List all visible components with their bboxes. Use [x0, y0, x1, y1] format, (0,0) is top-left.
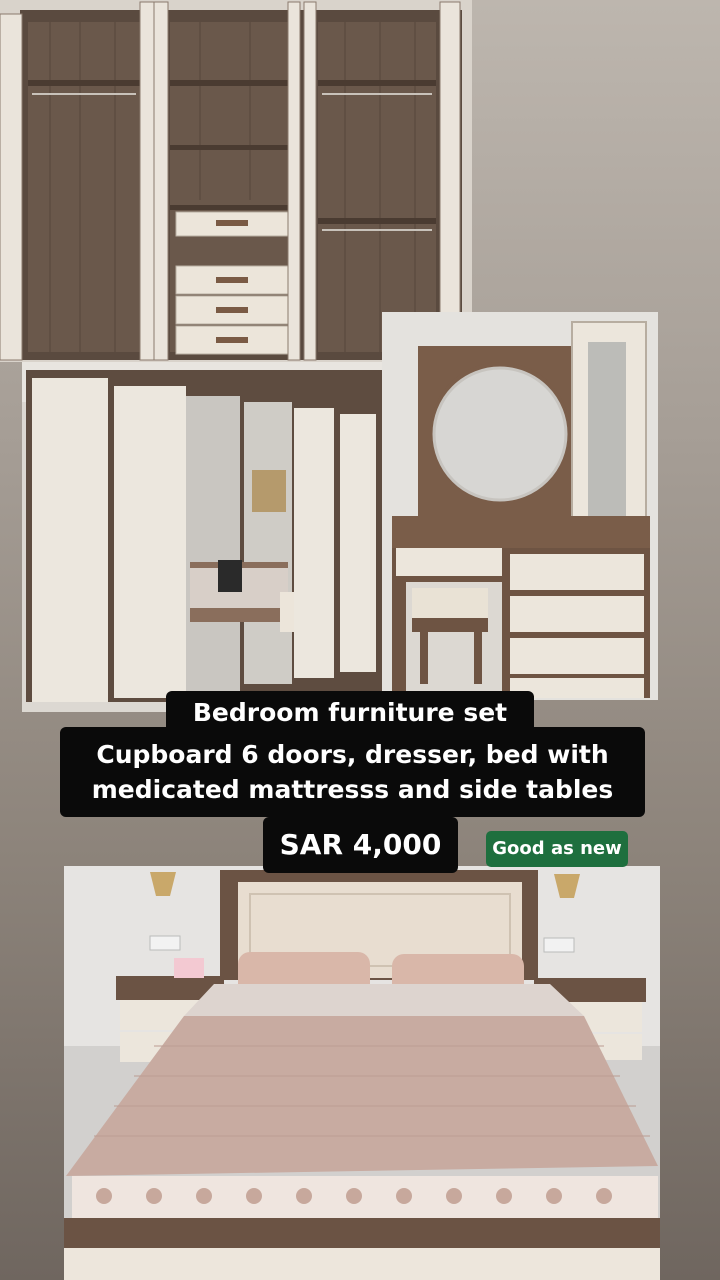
wardrobe-open-photo	[0, 0, 472, 362]
wardrobe-closed-photo	[22, 362, 390, 712]
bed-photo	[64, 866, 660, 1280]
description-line-1: Cupboard 6 doors, dresser, bed with	[96, 740, 609, 769]
price-label: SAR 4,000	[263, 817, 458, 873]
listing-description: Cupboard 6 doors, dresser, bed with medi…	[60, 727, 645, 817]
description-line-2: medicated mattresss and side tables	[91, 775, 614, 804]
dresser-photo	[382, 312, 658, 700]
condition-badge: Good as new	[486, 831, 628, 867]
